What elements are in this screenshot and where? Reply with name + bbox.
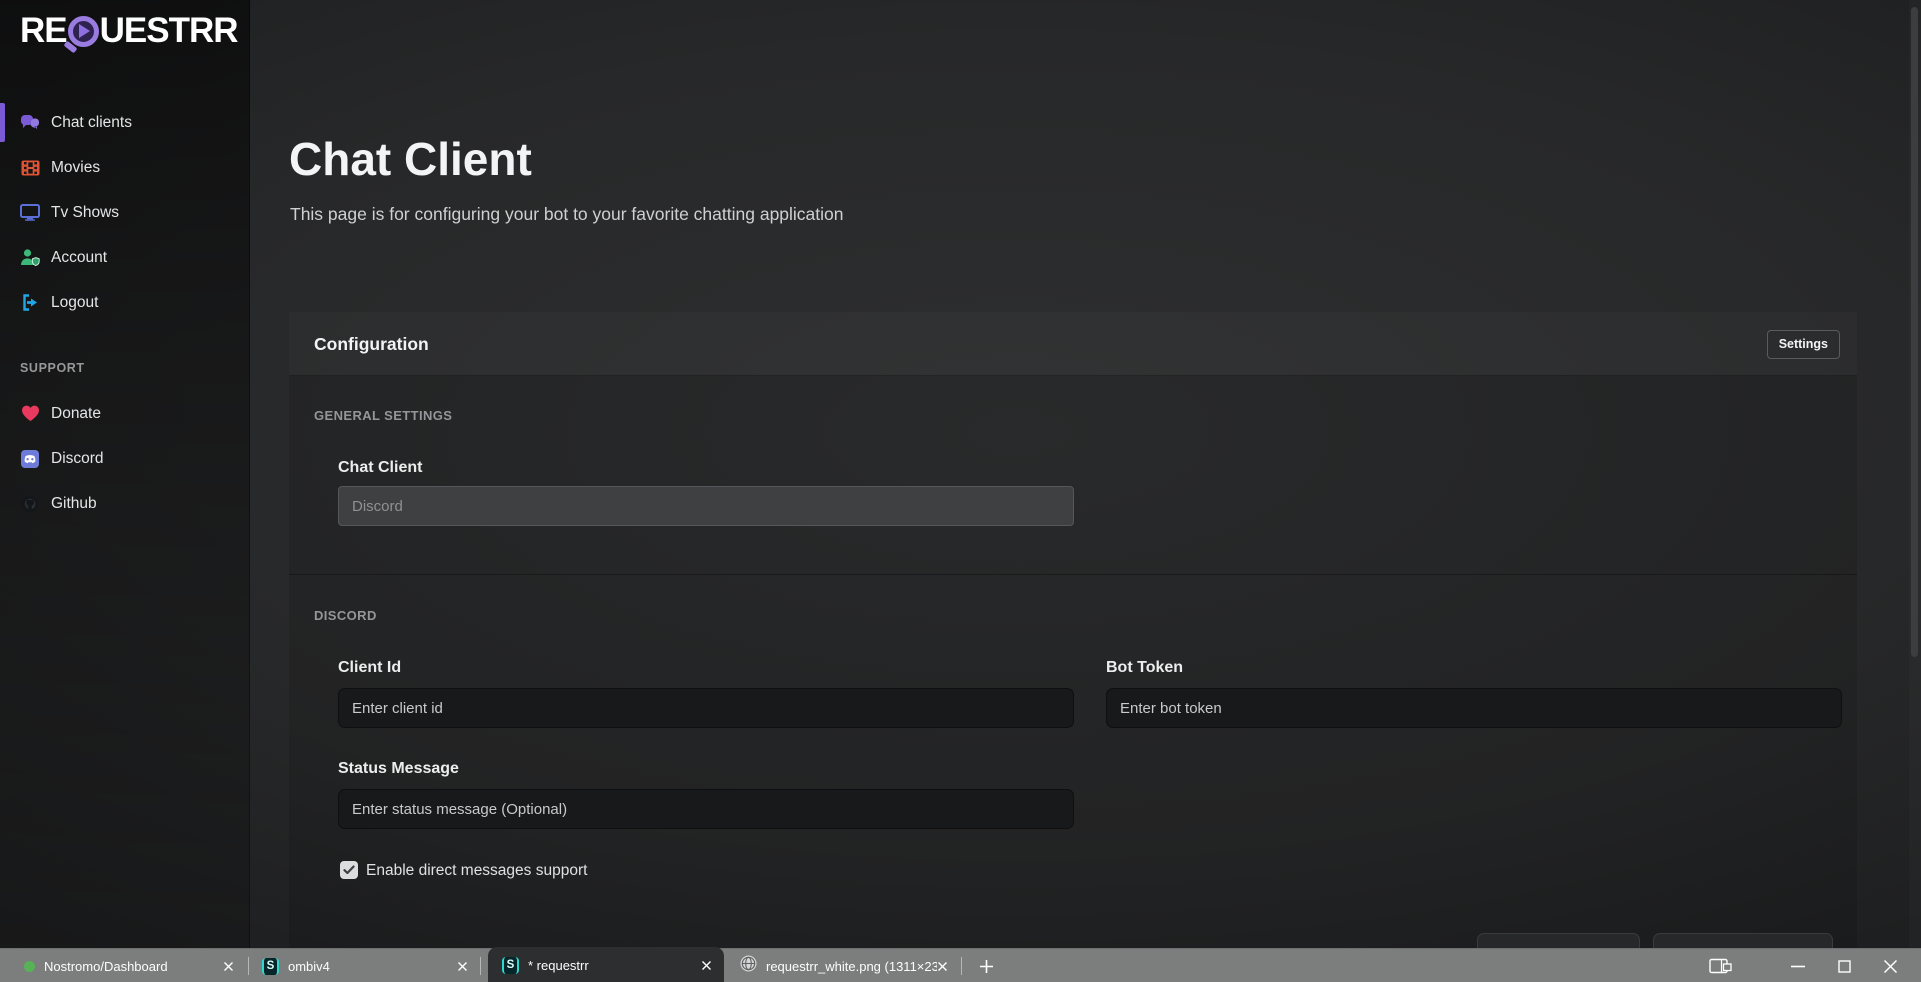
bot-token-input[interactable]	[1106, 688, 1842, 728]
active-indicator	[0, 103, 5, 142]
sidebar: RE UESTRR Chat clients Movies	[0, 0, 250, 948]
tab-close-icon[interactable]	[223, 961, 234, 972]
chat-client-label: Chat Client	[338, 459, 422, 477]
green-dot-favicon	[24, 961, 35, 972]
tab-divider	[961, 957, 962, 975]
tab-ombiv4[interactable]: S ombiv4	[249, 949, 480, 982]
dm-support-checkbox[interactable]	[340, 861, 358, 879]
status-message-label: Status Message	[338, 760, 459, 778]
tab-close-icon[interactable]	[457, 961, 468, 972]
sidebar-item-movies[interactable]: Movies	[0, 145, 250, 190]
user-shield-icon	[19, 249, 41, 266]
page-description: This page is for configuring your bot to…	[290, 204, 844, 225]
dm-support-checkbox-label: Enable direct messages support	[366, 861, 587, 880]
maximize-button[interactable]	[1827, 949, 1861, 982]
logout-icon	[19, 294, 41, 311]
sidebar-item-label: Movies	[51, 159, 100, 177]
discord-section-title: DISCORD	[314, 608, 377, 623]
s-logo-favicon: S	[502, 957, 519, 974]
configuration-panel-header: Configuration Settings	[289, 312, 1857, 376]
sidebar-item-github[interactable]: Github	[0, 481, 250, 526]
page-title: Chat Client	[289, 132, 532, 186]
browser-tab-strip: Nostromo/Dashboard S ombiv4 S * requestr…	[0, 948, 1921, 982]
sidebar-item-label: Donate	[51, 405, 101, 423]
github-icon	[19, 495, 41, 513]
client-id-label: Client Id	[338, 659, 401, 677]
tab-divider	[480, 957, 481, 975]
support-section-header: SUPPORT	[20, 361, 85, 375]
touch-keyboard-icon[interactable]	[1704, 949, 1738, 982]
sidebar-item-account[interactable]: Account	[0, 235, 250, 280]
settings-button[interactable]: Settings	[1767, 330, 1840, 359]
checkmark-icon	[343, 865, 355, 875]
chat-client-selected-value: Discord	[352, 498, 403, 515]
chat-client-select[interactable]: Discord	[338, 486, 1074, 526]
chat-bubbles-icon	[19, 114, 41, 132]
discord-icon	[19, 450, 41, 468]
status-message-input[interactable]	[338, 789, 1074, 829]
monitor-icon	[19, 204, 41, 221]
sidebar-item-discord[interactable]: Discord	[0, 436, 250, 481]
scrollbar[interactable]	[1909, 0, 1921, 948]
sidebar-item-logout[interactable]: Logout	[0, 280, 250, 325]
app-window: RE UESTRR Chat clients Movies	[0, 0, 1921, 982]
section-divider	[289, 574, 1857, 575]
new-tab-button[interactable]	[972, 955, 1000, 977]
sidebar-nav: Chat clients Movies Tv Shows Account	[0, 100, 250, 325]
scrollbar-thumb[interactable]	[1911, 7, 1918, 657]
tab-nostromo-dashboard[interactable]: Nostromo/Dashboard	[0, 949, 248, 982]
sidebar-item-donate[interactable]: Donate	[0, 391, 250, 436]
tab-close-icon[interactable]	[701, 960, 712, 971]
sidebar-item-label: Github	[51, 495, 97, 513]
tab-title: * requestrr	[528, 958, 589, 973]
globe-icon	[740, 955, 757, 977]
minimize-button[interactable]	[1781, 949, 1815, 982]
film-icon	[19, 160, 41, 176]
sidebar-item-chat-clients[interactable]: Chat clients	[0, 100, 250, 145]
logo-play-icon	[68, 16, 99, 47]
panel-title: Configuration	[314, 312, 429, 376]
sidebar-item-label: Logout	[51, 294, 98, 312]
configuration-panel: Configuration Settings GENERAL SETTINGS …	[289, 312, 1857, 982]
sidebar-item-label: Account	[51, 249, 107, 267]
logo-text-post: UESTRR	[100, 11, 238, 51]
sidebar-item-label: Tv Shows	[51, 204, 119, 222]
heart-icon	[19, 405, 41, 422]
general-settings-section-title: GENERAL SETTINGS	[314, 408, 452, 423]
client-id-input[interactable]	[338, 688, 1074, 728]
tab-close-icon[interactable]	[937, 961, 948, 972]
sidebar-item-tv-shows[interactable]: Tv Shows	[0, 190, 250, 235]
tab-title: Nostromo/Dashboard	[44, 959, 168, 974]
tab-requestrr-active[interactable]: S * requestrr	[488, 947, 724, 982]
plus-icon	[979, 959, 994, 974]
bot-token-label: Bot Token	[1106, 659, 1183, 677]
tab-title: requestrr_white.png (1311×232)	[766, 959, 937, 974]
tab-title: ombiv4	[288, 959, 330, 974]
logo-text-pre: RE	[20, 11, 67, 51]
s-logo-favicon: S	[262, 958, 279, 975]
sidebar-item-label: Chat clients	[51, 114, 132, 132]
sidebar-support-nav: Donate Discord Github	[0, 391, 250, 526]
sidebar-item-label: Discord	[51, 450, 104, 468]
close-button[interactable]	[1873, 949, 1907, 982]
requestrr-logo[interactable]: RE UESTRR	[20, 10, 238, 52]
tab-requestrr-white-png[interactable]: requestrr_white.png (1311×232)	[732, 949, 958, 982]
